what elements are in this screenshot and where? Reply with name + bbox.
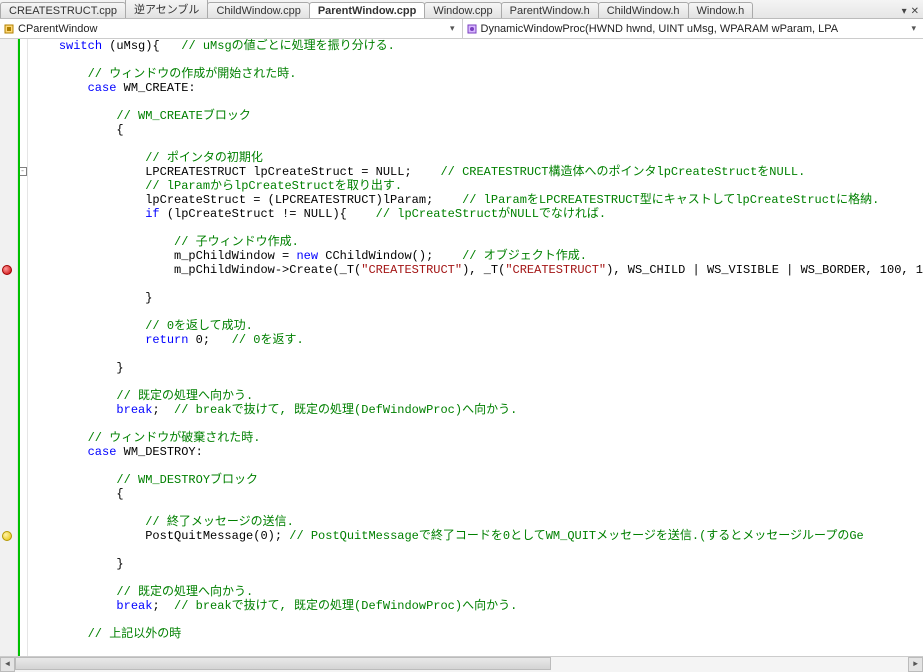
code-line[interactable]: LPCREATESTRUCT lpCreateStruct = NULL; //… [30,165,923,179]
code-line[interactable]: if (lpCreateStruct != NULL){ // lpCreate… [30,207,923,221]
file-tab-bar: CREATESTRUCT.cpp逆アセンブルChildWindow.cppPar… [0,0,923,19]
code-line[interactable]: // ウィンドウが破棄された時. [30,431,923,445]
scope-label: CParentWindow [18,23,447,35]
code-line[interactable] [30,571,923,585]
tab-dropdown-icon[interactable]: ▾ [902,6,907,18]
code-line[interactable]: // 既定の処理へ向かう. [30,585,923,599]
code-line[interactable]: case WM_DESTROY: [30,445,923,459]
code-line[interactable]: m_pChildWindow = new CChildWindow(); // … [30,249,923,263]
code-line[interactable] [30,375,923,389]
breakpoint-gutter[interactable] [0,39,18,656]
code-line[interactable]: // 既定の処理へ向かう. [30,389,923,403]
chevron-down-icon[interactable]: ▾ [908,23,919,34]
scroll-track[interactable] [15,657,908,672]
code-line[interactable]: lpCreateStruct = (LPCREATESTRUCT)lParam;… [30,193,923,207]
scroll-right-icon[interactable]: ► [908,657,923,672]
method-icon [467,24,477,34]
code-line[interactable]: // 子ウィンドウ作成. [30,235,923,249]
code-line[interactable]: // 上記以外の時 [30,627,923,641]
code-line[interactable] [30,543,923,557]
code-line[interactable]: break; // breakで抜けて, 既定の処理(DefWindowProc… [30,403,923,417]
code-line[interactable]: // 終了メッセージの送信. [30,515,923,529]
code-line[interactable] [30,277,923,291]
code-line[interactable] [30,95,923,109]
member-selector[interactable]: DynamicWindowProc(HWND hwnd, UINT uMsg, … [462,19,923,38]
code-line[interactable]: // WM_CREATEブロック [30,109,923,123]
change-indicator-bar [18,39,20,656]
code-line[interactable]: // WM_DESTROYブロック [30,473,923,487]
breakpoint-marker[interactable] [2,265,12,275]
code-line[interactable]: // lParamからlpCreateStructを取り出す. [30,179,923,193]
file-tab[interactable]: 逆アセンブル [125,0,208,18]
code-line[interactable]: // ウィンドウの作成が開始された時. [30,67,923,81]
code-line[interactable]: m_pChildWindow->Create(_T("CREATESTRUCT"… [30,263,923,277]
file-tab[interactable]: CREATESTRUCT.cpp [0,2,126,18]
file-tab[interactable]: Window.cpp [424,2,501,18]
code-line[interactable]: } [30,291,923,305]
code-line[interactable] [30,221,923,235]
code-line[interactable] [30,417,923,431]
file-tab[interactable]: ParentWindow.cpp [309,2,426,18]
code-line[interactable]: return 0; // 0を返す. [30,333,923,347]
code-line[interactable]: switch (uMsg){ // uMsgの値ごとに処理を振り分ける. [30,39,923,53]
tab-close-icon[interactable]: ✕ [911,6,919,18]
code-line[interactable]: // 0を返して成功. [30,319,923,333]
file-tab[interactable]: ChildWindow.cpp [207,2,309,18]
horizontal-scrollbar[interactable]: ◄ ► [0,656,923,671]
code-line[interactable]: case WM_CREATE: [30,81,923,95]
member-label: DynamicWindowProc(HWND hwnd, UINT uMsg, … [481,23,909,35]
scope-selector[interactable]: CParentWindow ▾ [0,19,462,38]
tab-controls: ▾ ✕ [902,6,923,18]
code-line[interactable] [30,501,923,515]
code-line[interactable] [30,53,923,67]
code-line[interactable] [30,459,923,473]
code-line[interactable]: { [30,487,923,501]
execution-marker[interactable] [2,531,12,541]
code-line[interactable]: { [30,123,923,137]
code-line[interactable] [30,347,923,361]
file-tab[interactable]: ParentWindow.h [501,2,599,18]
code-line[interactable] [30,137,923,151]
code-line[interactable] [30,613,923,627]
code-line[interactable] [30,305,923,319]
scroll-thumb[interactable] [15,657,551,670]
code-line[interactable]: break; // breakで抜けて, 既定の処理(DefWindowProc… [30,599,923,613]
code-line[interactable]: PostQuitMessage(0); // PostQuitMessageで終… [30,529,923,543]
file-tab[interactable]: ChildWindow.h [598,2,689,18]
nav-bar: CParentWindow ▾ DynamicWindowProc(HWND h… [0,19,923,39]
file-tab[interactable]: Window.h [688,2,754,18]
code-editor[interactable]: switch (uMsg){ // uMsgの値ごとに処理を振り分ける. // … [28,39,923,656]
code-line[interactable]: } [30,361,923,375]
class-icon [4,24,14,34]
code-line[interactable]: // ポインタの初期化 [30,151,923,165]
code-line[interactable]: } [30,557,923,571]
scroll-left-icon[interactable]: ◄ [0,657,15,672]
chevron-down-icon[interactable]: ▾ [447,23,458,34]
editor-area: - switch (uMsg){ // uMsgの値ごとに処理を振り分ける. /… [0,39,923,656]
